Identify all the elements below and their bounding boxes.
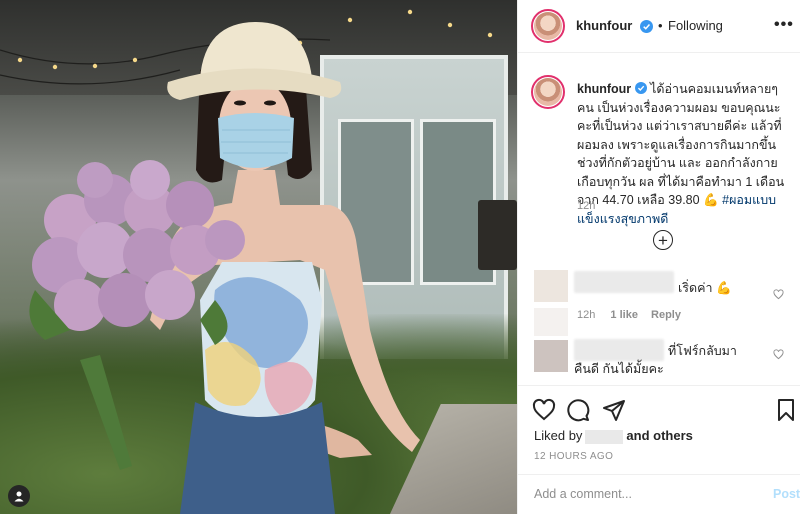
caption-username[interactable]: khunfour bbox=[577, 82, 631, 96]
load-more-comments-icon[interactable]: + bbox=[653, 230, 673, 250]
comment-like-heart-icon[interactable] bbox=[773, 289, 784, 300]
share-icon[interactable] bbox=[602, 398, 626, 422]
caption-timestamp[interactable]: 12h bbox=[577, 200, 595, 212]
more-horizontal-icon[interactable]: ••• bbox=[774, 16, 794, 34]
post-actions: Liked by and others 12 HOURS AGO Add a co… bbox=[518, 385, 800, 514]
follow-separator: • bbox=[658, 18, 663, 33]
comment-text: เริ่ดค่า 💪 bbox=[678, 281, 732, 295]
comment-time[interactable]: 12h bbox=[577, 309, 595, 321]
add-comment-input[interactable]: Add a comment... bbox=[534, 487, 632, 501]
flexed-biceps-emoji: 💪 bbox=[703, 193, 719, 207]
liked-by: Liked by and others bbox=[534, 428, 693, 444]
post-header: khunfour • Following ••• bbox=[518, 0, 800, 53]
add-comment-bar: Add a comment... Post bbox=[518, 474, 800, 515]
caption-text: ได้อ่านคอมเมนท์หลายๆคน เป็นห่วงเรื่องควา… bbox=[577, 82, 785, 207]
comment-like-heart-icon[interactable] bbox=[773, 349, 784, 360]
verified-badge-icon bbox=[640, 20, 653, 33]
and-others-link[interactable]: and others bbox=[626, 428, 692, 443]
bookmark-icon[interactable] bbox=[774, 398, 798, 422]
post-caption: khunfour ได้อ่านคอมเมนท์หลายๆคน เป็นห่วง… bbox=[577, 80, 787, 228]
liker-name-blurred[interactable] bbox=[585, 429, 624, 444]
hidden-avatar bbox=[534, 308, 568, 336]
reply-button[interactable]: Reply bbox=[651, 309, 681, 321]
comment-likes-count[interactable]: 1 like bbox=[610, 309, 638, 321]
post-age[interactable]: 12 HOURS AGO bbox=[534, 451, 613, 462]
flexed-biceps-emoji: 💪 bbox=[715, 281, 732, 295]
caption-avatar[interactable] bbox=[534, 78, 562, 106]
heart-icon[interactable] bbox=[532, 398, 556, 422]
person-with-roses bbox=[29, 22, 420, 514]
caption-verified-icon bbox=[634, 82, 647, 94]
user-tag-icon[interactable] bbox=[8, 485, 30, 507]
post-details-panel: khunfour • Following ••• khunfour ได้อ่า… bbox=[517, 0, 800, 514]
comment-avatar[interactable] bbox=[534, 340, 568, 372]
post-photo[interactable] bbox=[0, 0, 517, 514]
following-button[interactable]: Following bbox=[668, 18, 723, 33]
post-button[interactable]: Post bbox=[773, 487, 800, 501]
comment-meta: 12h 1 like Reply bbox=[577, 309, 681, 321]
avatar[interactable] bbox=[534, 12, 562, 40]
header-username[interactable]: khunfour bbox=[576, 18, 632, 33]
comment-avatar[interactable] bbox=[534, 270, 568, 302]
comment-icon[interactable] bbox=[566, 398, 590, 422]
comment-text: ที่โฟร์กลับมาคืนดี กันได้มั้ยคะ bbox=[574, 344, 737, 376]
commenter-name-blurred[interactable] bbox=[574, 271, 674, 293]
